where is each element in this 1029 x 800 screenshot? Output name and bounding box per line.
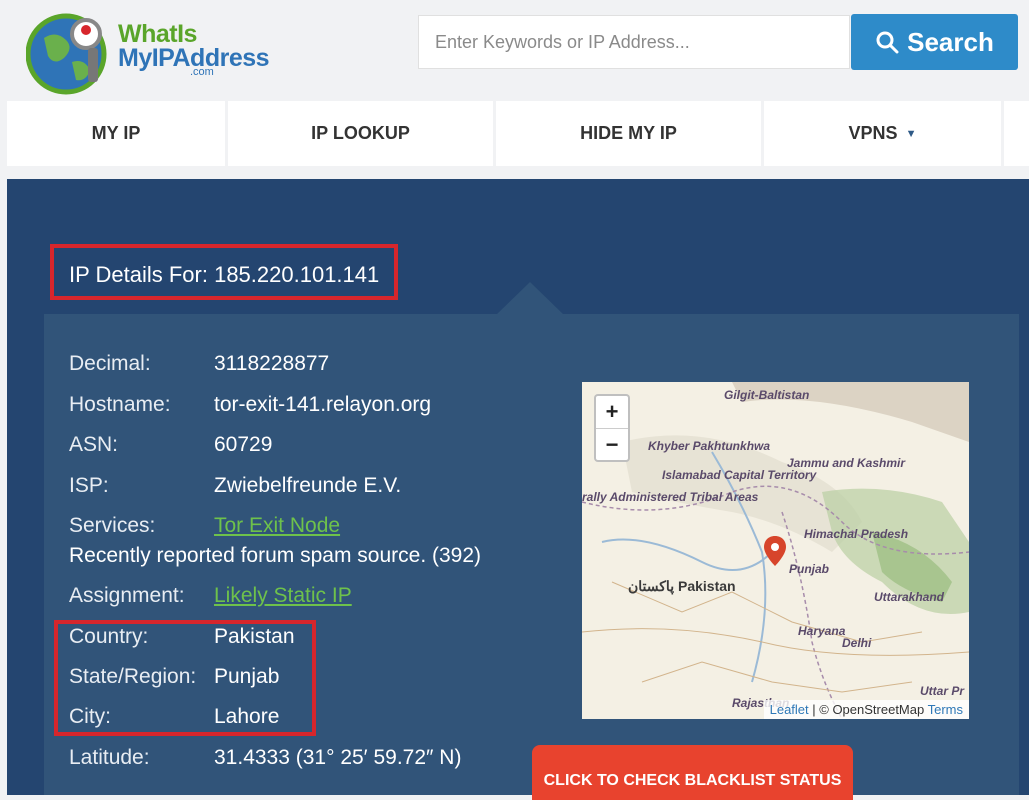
search-icon <box>876 31 899 54</box>
logo-suffix: .com <box>190 66 214 78</box>
attribution-text: | © OpenStreetMap <box>808 702 928 717</box>
services-label: Services: <box>69 514 156 537</box>
leaflet-link[interactable]: Leaflet <box>770 702 809 717</box>
nav-vpns[interactable]: VPNS ▼ <box>764 101 1001 166</box>
map-label: Uttar Pr <box>920 684 965 698</box>
pointer-notch <box>496 282 564 315</box>
map-label: Khyber Pakhtunkhwa <box>648 439 771 453</box>
map-attribution: Leaflet | © OpenStreetMap Terms <box>763 700 969 719</box>
assignment-label: Assignment: <box>69 584 185 607</box>
map-label: Uttarakhand <box>874 590 945 604</box>
assignment-value: Likely Static IP <box>214 584 352 608</box>
caret-down-icon: ▼ <box>905 127 917 140</box>
search-input[interactable] <box>418 15 850 69</box>
nav-item-label: HIDE MY IP <box>580 123 677 143</box>
nav-item-label: VPNS <box>848 123 898 143</box>
map-label: Haryana <box>798 624 846 638</box>
map-label: Delhi <box>842 636 872 650</box>
decimal-value: 3118228877 <box>214 352 330 375</box>
highlight-box-location <box>54 620 316 736</box>
location-pin-icon[interactable] <box>764 536 786 566</box>
search-button-label: Search <box>907 26 994 57</box>
latitude-label: Latitude: <box>69 746 150 769</box>
nav-item-label: MY IP <box>91 123 141 143</box>
asn-label: ASN: <box>69 433 119 456</box>
map-label: پاکستان Pakistan <box>628 578 736 594</box>
map-label: Gilgit-Baltistan <box>724 388 810 402</box>
hostname-value: tor-exit-141.relayon.org <box>214 393 432 416</box>
search-button[interactable]: Search <box>851 14 1018 70</box>
site-logo[interactable]: WhatIs MyIPAddress .com <box>26 8 296 95</box>
nav-ip-lookup[interactable]: IP LOOKUP <box>228 101 493 166</box>
main-nav: MY IP IP LOOKUP HIDE MY IP VPNS ▼ <box>0 101 1029 166</box>
location-map[interactable]: + − Gilgit-Baltistan Khyber Pakhtunkhwa … <box>582 382 969 719</box>
zoom-out-button[interactable]: − <box>596 429 628 461</box>
zoom-in-button[interactable]: + <box>596 396 628 429</box>
map-label: Islamabad Capital Territory <box>662 468 817 482</box>
likely-static-ip-link[interactable]: Likely Static IP <box>214 584 352 607</box>
highlight-box-title <box>50 244 398 300</box>
asn-value: 60729 <box>214 433 273 456</box>
nav-hide-my-ip[interactable]: HIDE MY IP <box>496 101 761 166</box>
services-value: Tor Exit Node <box>214 514 340 538</box>
spam-report-text: Recently reported forum spam source. (39… <box>69 544 482 567</box>
map-zoom-control: + − <box>594 394 630 462</box>
isp-label: ISP: <box>69 474 109 497</box>
nav-item-label: IP LOOKUP <box>311 123 410 143</box>
tor-exit-node-link[interactable]: Tor Exit Node <box>214 514 340 537</box>
map-label: rally Administered Tribal Areas <box>582 490 759 504</box>
isp-value: Zwiebelfreunde E.V. <box>214 474 402 497</box>
map-label: Punjab <box>789 562 830 576</box>
nav-overflow-item[interactable] <box>1004 101 1029 166</box>
logo-text-whatis: WhatIs <box>118 20 197 48</box>
hostname-label: Hostname: <box>69 393 171 416</box>
latitude-value: 31.4333 (31° 25′ 59.72″ N) <box>214 746 462 769</box>
decimal-label: Decimal: <box>69 352 151 375</box>
globe-magnifier-icon <box>26 13 107 95</box>
check-blacklist-button[interactable]: CLICK TO CHECK BLACKLIST STATUS <box>532 745 853 800</box>
nav-my-ip[interactable]: MY IP <box>7 101 225 166</box>
map-label: Himachal Pradesh <box>804 527 909 541</box>
terms-link[interactable]: Terms <box>928 702 963 717</box>
